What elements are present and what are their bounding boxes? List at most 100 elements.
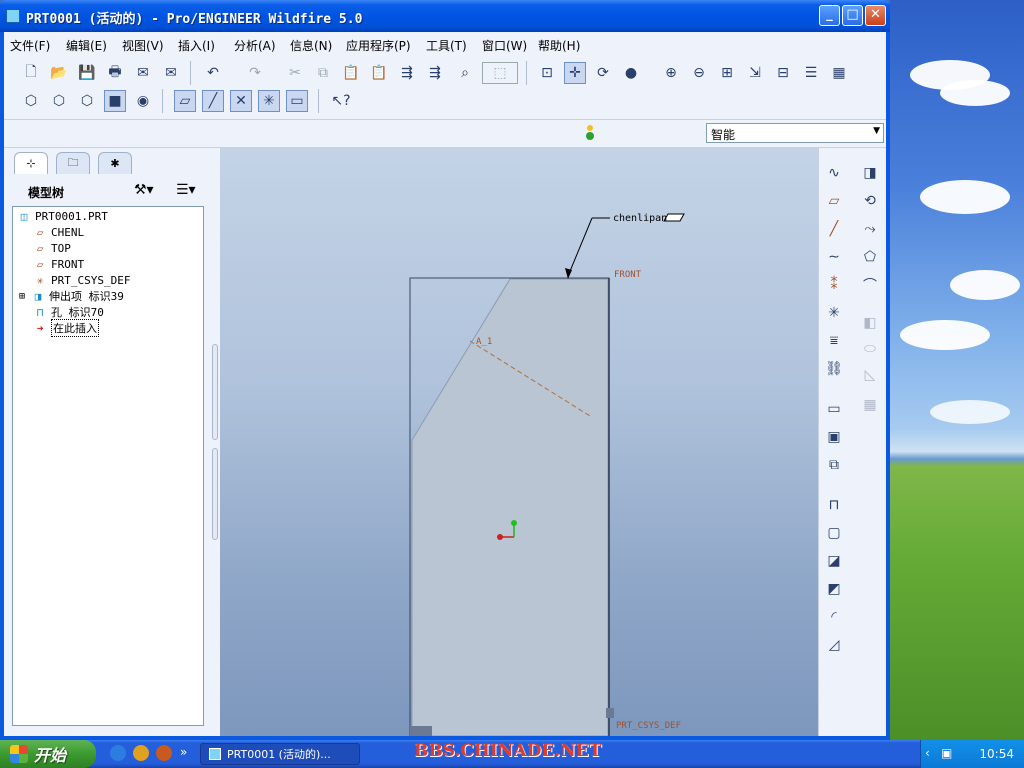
rib-tool-icon[interactable]: ◪ bbox=[823, 550, 845, 572]
cut-icon[interactable]: ✂ bbox=[284, 62, 306, 84]
media-player-icon[interactable] bbox=[133, 745, 149, 761]
shading-icon[interactable]: ● bbox=[620, 62, 642, 84]
datum-curve-tool-icon[interactable]: ∼ bbox=[823, 246, 845, 268]
tree-item-top[interactable]: ▱ TOP bbox=[33, 240, 71, 256]
view-manager-icon[interactable]: ▦ bbox=[828, 62, 850, 84]
menu-view[interactable]: 视图(V) bbox=[122, 37, 164, 54]
annotation-display-icon[interactable]: ▭ bbox=[286, 90, 308, 112]
wireframe-icon[interactable]: ⬡ bbox=[20, 90, 42, 112]
tree-settings-icon[interactable]: ⚒▾ bbox=[134, 182, 154, 198]
menu-insert[interactable]: 插入(I) bbox=[178, 37, 215, 54]
find-icon[interactable]: ⌕ bbox=[454, 62, 476, 84]
copy-icon[interactable]: ⧉ bbox=[312, 62, 334, 84]
tree-item-insert-here[interactable]: ➜ 在此插入 bbox=[33, 319, 99, 337]
clock[interactable]: 10:54 bbox=[979, 747, 1014, 761]
axis-display-icon[interactable]: ╱ bbox=[202, 90, 224, 112]
network-icon[interactable]: ▣ bbox=[941, 746, 952, 760]
reorient-icon[interactable]: ⇲ bbox=[744, 62, 766, 84]
draft-tool-icon[interactable]: ◩ bbox=[823, 578, 845, 600]
zoom-out-icon[interactable]: ⊖ bbox=[688, 62, 710, 84]
blend-tool-icon[interactable]: ⬠ bbox=[859, 246, 881, 268]
tree-item-part[interactable]: ◫ PRT0001.PRT bbox=[17, 208, 108, 224]
trim-icon[interactable]: ◺ bbox=[859, 364, 881, 386]
revolve-tool-icon[interactable]: ⟲ bbox=[859, 190, 881, 212]
paste-special-icon[interactable]: 📋 bbox=[368, 62, 390, 84]
extrude-tool-icon[interactable]: ◨ bbox=[859, 162, 881, 184]
tab-model-tree[interactable]: ⊹ bbox=[14, 152, 48, 174]
start-button[interactable]: 开始 bbox=[0, 740, 96, 768]
pattern-icon[interactable]: ▦ bbox=[859, 394, 881, 416]
analysis-feature-icon[interactable]: ⩸ bbox=[823, 330, 845, 352]
orient-mode-icon[interactable]: ⟳ bbox=[592, 62, 614, 84]
menu-file[interactable]: 文件(F) bbox=[10, 37, 50, 54]
menu-window[interactable]: 窗口(W) bbox=[482, 37, 527, 54]
redo-icon[interactable]: ↷ bbox=[244, 62, 266, 84]
email-icon[interactable]: ✉ bbox=[132, 62, 154, 84]
datum-plane-tool-icon[interactable]: ▱ bbox=[823, 190, 845, 212]
paste-icon[interactable]: 📋 bbox=[340, 62, 362, 84]
point-display-icon[interactable]: ✕ bbox=[230, 90, 252, 112]
open-folder-icon[interactable]: 📂 bbox=[48, 62, 70, 84]
quick-launch-more-icon[interactable]: » bbox=[180, 745, 187, 759]
tree-show-icon[interactable]: ☰▾ bbox=[176, 182, 196, 198]
taskbar-item-proe[interactable]: PRT0001 (活动的)... bbox=[200, 743, 360, 765]
tree-item-hole[interactable]: ⊓ 孔 标识70 bbox=[33, 304, 104, 320]
shaded-icon[interactable]: ■ bbox=[104, 90, 126, 112]
user-defined-feature-icon[interactable]: ▣ bbox=[823, 426, 845, 448]
save-icon[interactable]: 💾 bbox=[76, 62, 98, 84]
datum-reference-icon[interactable]: ⛓ bbox=[823, 358, 845, 380]
new-file-icon[interactable]: 🗋 bbox=[20, 62, 42, 84]
tree-item-chenl[interactable]: ▱ CHENL bbox=[33, 224, 84, 240]
merge-icon[interactable]: ⬭ bbox=[859, 338, 881, 360]
boundary-blend-icon[interactable]: ⌒ bbox=[859, 274, 881, 296]
regenerate-icon[interactable]: ⇶ bbox=[396, 62, 418, 84]
selection-box-icon[interactable]: ⬚ bbox=[482, 62, 518, 84]
layers-icon[interactable]: ☰ bbox=[800, 62, 822, 84]
tree-item-csys[interactable]: ✳ PRT_CSYS_DEF bbox=[33, 272, 131, 288]
quick-launch-icon[interactable] bbox=[156, 745, 172, 761]
saved-views-icon[interactable]: ⊟ bbox=[772, 62, 794, 84]
spin-center-icon[interactable]: ✛ bbox=[564, 62, 586, 84]
minimize-button[interactable]: _ bbox=[819, 5, 840, 26]
repaint-icon[interactable]: ⊡ bbox=[536, 62, 558, 84]
menu-applications[interactable]: 应用程序(P) bbox=[346, 37, 411, 54]
menu-help[interactable]: 帮助(H) bbox=[538, 37, 580, 54]
context-help-icon[interactable]: ↖? bbox=[330, 90, 352, 112]
zoom-in-icon[interactable]: ⊕ bbox=[660, 62, 682, 84]
plane-display-icon[interactable]: ▱ bbox=[174, 90, 196, 112]
tab-favorites[interactable]: ✱ bbox=[98, 152, 132, 174]
ie-icon[interactable] bbox=[110, 745, 126, 761]
menu-tools[interactable]: 工具(T) bbox=[426, 37, 467, 54]
chamfer-tool-icon[interactable]: ◿ bbox=[823, 634, 845, 656]
datum-axis-tool-icon[interactable]: ╱ bbox=[823, 218, 845, 240]
enhanced-realism-icon[interactable]: ◉ bbox=[132, 90, 154, 112]
title-bar[interactable]: PRT0001 (活动的) - Pro/ENGINEER Wildfire 5.… bbox=[0, 0, 890, 32]
undo-icon[interactable]: ↶ bbox=[202, 62, 224, 84]
sketch-curve-icon[interactable]: ∿ bbox=[823, 162, 845, 184]
csys-display-icon[interactable]: ✳ bbox=[258, 90, 280, 112]
panel-splitter-handle[interactable] bbox=[212, 448, 218, 540]
annotation-feature-icon[interactable]: ▭ bbox=[823, 398, 845, 420]
refit-icon[interactable]: ⊞ bbox=[716, 62, 738, 84]
graphics-window[interactable]: chenlipan FRONT A_1 PRT_CSYS_DEF bbox=[220, 148, 818, 736]
print-icon[interactable]: 🖶 bbox=[104, 62, 126, 84]
menu-edit[interactable]: 编辑(E) bbox=[66, 37, 107, 54]
csys-tool-icon[interactable]: ✳ bbox=[823, 302, 845, 324]
maximize-button[interactable]: □ bbox=[842, 5, 863, 26]
tree-item-front[interactable]: ▱ FRONT bbox=[33, 256, 84, 272]
tray-expand-icon[interactable]: ‹ bbox=[925, 746, 930, 760]
menu-analysis[interactable]: 分析(A) bbox=[234, 37, 276, 54]
close-button[interactable]: ✕ bbox=[865, 5, 886, 26]
expand-icon[interactable]: ⊞ bbox=[19, 291, 31, 302]
email-link-icon[interactable]: ✉ bbox=[160, 62, 182, 84]
thicken-icon[interactable]: ◧ bbox=[859, 312, 881, 334]
no-hidden-icon[interactable]: ⬡ bbox=[76, 90, 98, 112]
datum-point-tool-icon[interactable]: ⁑ bbox=[823, 274, 845, 296]
selection-filter-select[interactable]: 智能 ▼ bbox=[706, 123, 884, 143]
hidden-line-icon[interactable]: ⬡ bbox=[48, 90, 70, 112]
menu-info[interactable]: 信息(N) bbox=[290, 37, 332, 54]
sweep-tool-icon[interactable]: ⤳ bbox=[859, 218, 881, 240]
tab-folder-browser[interactable]: 🗀 bbox=[56, 152, 90, 174]
hole-tool-icon[interactable]: ⊓ bbox=[823, 494, 845, 516]
shell-tool-icon[interactable]: ▢ bbox=[823, 522, 845, 544]
